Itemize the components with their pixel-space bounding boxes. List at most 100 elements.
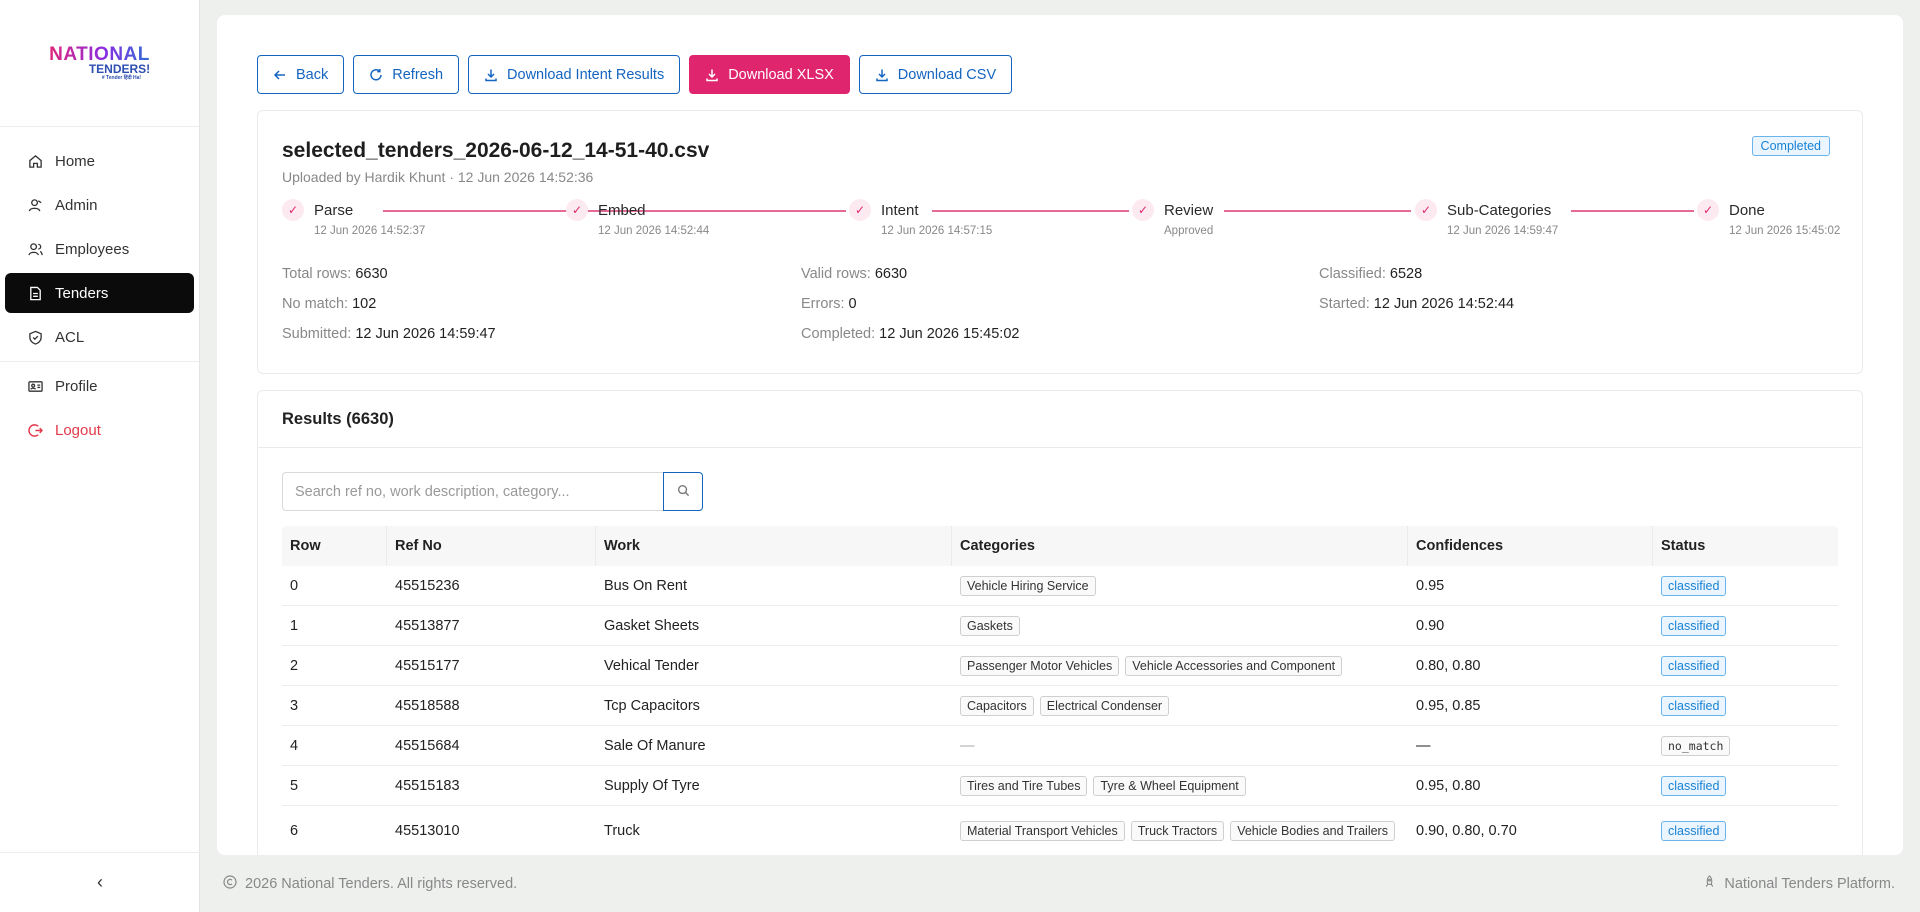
main-content: Back Refresh Download Intent Results Dow… [217,15,1903,855]
cell-row: 1 [290,617,299,634]
sidebar-item-label: ACL [55,328,85,346]
cell-ref-no: 45515177 [395,657,460,674]
sidebar-item-tenders[interactable]: Tenders [5,273,194,313]
column-header-status[interactable]: Status [1653,526,1838,566]
category-tag: Electrical Condenser [1039,695,1170,716]
refresh-button[interactable]: Refresh [353,55,460,94]
cell-confidences: 0.90 [1416,617,1445,634]
download-icon [875,68,889,82]
check-icon: ✓ [282,199,304,221]
cell-ref-no: 45513010 [395,822,460,839]
step-intent: ✓ Intent 12 Jun 2026 14:57:15 [849,199,992,237]
table-header: Row Ref No Work Categories Confidences S… [282,526,1838,566]
step-label: Parse [314,201,354,219]
cell-confidences: 0.95, 0.80 [1416,777,1481,794]
sidebar-item-home[interactable]: Home [5,141,194,181]
status-badge: classified [1661,775,1727,796]
results-header: Results (6630) [258,391,1862,448]
category-tag: Truck Tractors [1130,820,1225,841]
cell-categories: Gaskets [952,615,1408,636]
column-header-categories[interactable]: Categories [952,526,1408,566]
stat-key: Completed: [801,326,876,342]
table-row[interactable]: 1 45513877 Gasket Sheets Gaskets 0.90 classif… [282,606,1838,646]
column-header-work[interactable]: Work [596,526,952,566]
sidebar-item-label: Tenders [55,284,109,302]
copyright-icon [223,874,237,893]
brand-logo[interactable]: NATIONAL TENDERS! # Tender हिंदी Ha! [0,0,199,127]
cell-ref-no: 45515183 [395,777,460,794]
status-badge: Completed [1751,136,1830,156]
download-intent-label: Download Intent Results [507,66,665,83]
cell-confidences: 0.95, 0.85 [1416,697,1481,714]
table-row[interactable]: 4 45515684 Sale Of Manure — — no_match [282,726,1838,766]
download-icon [484,68,498,82]
results-title: Results (6630) [282,409,394,428]
logo-tagline: # Tender हिंदी Ha! [101,74,142,81]
stat-no-match: No match: 102 [282,296,376,312]
check-icon: ✓ [1132,199,1154,221]
download-xlsx-label: Download XLSX [728,66,834,83]
cell-row: 4 [290,737,299,754]
back-button[interactable]: Back [257,55,345,94]
column-header-ref-no[interactable]: Ref No [387,526,596,566]
stat-classified: Classified: 6528 [1319,266,1422,282]
results-table: Row Ref No Work Categories Confidences S… [282,526,1838,855]
footer: 2026 National Tenders. All rights reserv… [217,855,1903,912]
cell-row: 3 [290,697,299,714]
table-row[interactable]: 2 45515177 Vehical Tender Passenger Motor V… [282,646,1838,686]
step-label: Review [1164,201,1214,219]
stat-key: Total rows: [282,266,352,282]
check-icon: ✓ [1697,199,1719,221]
cell-categories: — [952,738,1408,754]
users-icon [27,241,43,257]
download-intent-results-button[interactable]: Download Intent Results [468,55,681,94]
table-body: 0 45515236 Bus On Rent Vehicle Hiring Servi… [282,566,1838,855]
collapse-sidebar-button[interactable]: ‹ [0,852,200,912]
table-row[interactable]: 5 45515183 Supply Of Tyre Tires and Tire Tu… [282,766,1838,806]
results-panel: Results (6630) Row Ref No Work Categorie… [257,390,1863,855]
status-badge: classified [1661,695,1727,716]
cell-categories: Passenger Motor Vehicles Vehicle Accessor… [952,655,1408,676]
table-row[interactable]: 6 45513010 Truck Material Transport Vehicle… [282,806,1838,855]
step-embed: ✓ Embed 12 Jun 2026 14:52:44 [566,199,709,237]
status-badge: classified [1661,820,1727,841]
download-xlsx-button[interactable]: Download XLSX [689,55,850,94]
cell-status: classified [1653,695,1838,716]
sidebar-item-admin[interactable]: Admin [5,185,194,225]
shield-icon [27,329,43,345]
column-header-row[interactable]: Row [282,526,387,566]
cell-categories: Material Transport Vehicles Truck Tractor… [952,820,1408,841]
stat-value: 12 Jun 2026 15:45:02 [879,326,1020,342]
stat-value: 12 Jun 2026 14:59:47 [355,326,496,342]
sidebar-nav: Home Admin Employees Tenders ACL Profile… [0,127,199,450]
table-row[interactable]: 3 45518588 Tcp Capacitors Capacitors Electri… [282,686,1838,726]
step-timestamp: 12 Jun 2026 14:52:44 [598,225,710,237]
arrow-left-icon [273,68,287,82]
table-row[interactable]: 0 45515236 Bus On Rent Vehicle Hiring Servi… [282,566,1838,606]
footer-copyright: 2026 National Tenders. All rights reserv… [223,874,517,893]
sidebar-item-logout[interactable]: Logout [5,410,194,450]
sidebar-item-employees[interactable]: Employees [5,229,194,269]
check-icon: ✓ [1415,199,1437,221]
sidebar-item-acl[interactable]: ACL [5,317,194,357]
cell-work: Gasket Sheets [604,617,700,634]
user-icon [27,197,43,213]
logo-sub-text: TENDERS! [88,61,151,76]
cell-row: 6 [290,822,299,839]
step-sub-categories: ✓ Sub-Categories 12 Jun 2026 14:59:47 [1415,199,1558,237]
search-input[interactable] [282,472,663,511]
search-icon [677,484,690,500]
sidebar-item-profile[interactable]: Profile [5,366,194,406]
download-csv-button[interactable]: Download CSV [858,55,1013,94]
stat-key: Submitted: [282,326,352,342]
category-tag: Material Transport Vehicles [960,820,1125,841]
step-label: Sub-Categories [1447,201,1552,219]
cell-work: Supply Of Tyre [604,777,700,794]
pipeline-steps: ✓ Parse 12 Jun 2026 14:52:37 ✓ Embed 12 … [282,199,1842,249]
search-button[interactable] [663,472,703,511]
cell-work: Truck [604,822,640,839]
cell-status: classified [1653,655,1838,676]
column-header-confidences[interactable]: Confidences [1408,526,1653,566]
step-timestamp: 12 Jun 2026 14:59:47 [1447,225,1559,237]
step-connector [659,210,846,212]
